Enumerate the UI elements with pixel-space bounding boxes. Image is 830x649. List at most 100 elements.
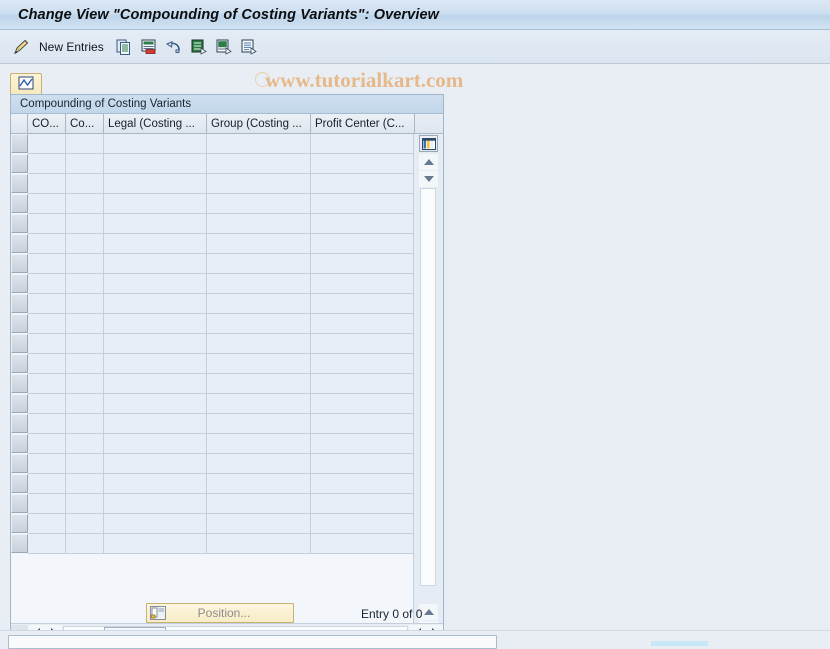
grid-cell[interactable] [28,414,66,434]
grid-cell[interactable] [207,214,311,234]
grid-cell[interactable] [28,314,66,334]
grid-cell[interactable] [207,494,311,514]
grid-cell[interactable] [104,394,207,414]
row-select-handle[interactable] [11,274,28,293]
new-entries-button[interactable]: New Entries [10,35,113,59]
grid-cell[interactable] [311,194,415,214]
grid-cell[interactable] [66,274,104,294]
grid-cell[interactable] [207,394,311,414]
grid-cell[interactable] [207,354,311,374]
grid-cell[interactable] [104,354,207,374]
grid-cell[interactable] [311,254,415,274]
grid-cell[interactable] [104,334,207,354]
deselect-all-icon[interactable] [213,36,235,58]
table-row[interactable] [11,374,415,394]
row-select-handle[interactable] [11,374,28,393]
grid-cell[interactable] [28,234,66,254]
grid-cell[interactable] [66,154,104,174]
table-row[interactable] [11,214,415,234]
row-select-handle[interactable] [11,494,28,513]
grid-cell[interactable] [28,374,66,394]
grid-cell[interactable] [104,314,207,334]
row-select-handle[interactable] [11,354,28,373]
grid-cell[interactable] [311,454,415,474]
table-row[interactable] [11,474,415,494]
grid-cell[interactable] [104,374,207,394]
row-select-handle[interactable] [11,154,28,173]
grid-cell[interactable] [104,494,207,514]
row-select-handle[interactable] [11,474,28,493]
grid-cell[interactable] [28,294,66,314]
delete-row-icon[interactable] [138,36,160,58]
grid-cell[interactable] [104,234,207,254]
tab-costing-variants[interactable] [10,73,42,95]
grid-cell[interactable] [311,214,415,234]
grid-cell[interactable] [311,474,415,494]
grid-cell[interactable] [66,354,104,374]
grid-cell[interactable] [66,234,104,254]
row-select-handle[interactable] [11,514,28,533]
grid-cell[interactable] [311,534,415,554]
grid-cell[interactable] [104,154,207,174]
grid-cell[interactable] [207,154,311,174]
grid-cell[interactable] [28,254,66,274]
table-row[interactable] [11,154,415,174]
table-row[interactable] [11,454,415,474]
grid-cell[interactable] [311,414,415,434]
row-select-handle[interactable] [11,294,28,313]
grid-cell[interactable] [311,294,415,314]
grid-header-column-costing-variant[interactable]: Co... [66,114,104,133]
grid-cell[interactable] [207,134,311,154]
grid-cell[interactable] [207,174,311,194]
grid-cell[interactable] [311,334,415,354]
scroll-up-top-button[interactable] [419,154,438,170]
grid-cell[interactable] [104,514,207,534]
grid-cell[interactable] [66,374,104,394]
status-message-field[interactable] [8,635,497,649]
column-config-icon[interactable] [419,135,438,152]
grid-cell[interactable] [104,214,207,234]
grid-cell[interactable] [104,254,207,274]
select-all-icon[interactable] [188,36,210,58]
grid-cell[interactable] [311,394,415,414]
grid-header-column-legal[interactable]: Legal (Costing ... [104,114,207,133]
grid-cell[interactable] [311,274,415,294]
table-row[interactable] [11,314,415,334]
row-select-handle[interactable] [11,234,28,253]
grid-header-column-co-area[interactable]: CO... [28,114,66,133]
table-row[interactable] [11,534,415,554]
row-select-handle[interactable] [11,434,28,453]
grid-cell[interactable] [207,474,311,494]
grid-cell[interactable] [28,134,66,154]
grid-cell[interactable] [207,454,311,474]
grid-header-column-profit-center[interactable]: Profit Center (C... [311,114,415,133]
scroll-down-top-button[interactable] [419,171,438,187]
grid-header-row-selector[interactable] [11,114,28,133]
grid-cell[interactable] [66,194,104,214]
grid-cell[interactable] [207,534,311,554]
grid-cell[interactable] [28,334,66,354]
grid-cell[interactable] [311,234,415,254]
row-select-handle[interactable] [11,214,28,233]
grid-cell[interactable] [311,354,415,374]
grid-cell[interactable] [28,494,66,514]
grid-cell[interactable] [311,134,415,154]
table-row[interactable] [11,194,415,214]
grid-cell[interactable] [28,194,66,214]
grid-cell[interactable] [28,534,66,554]
grid-cell[interactable] [66,314,104,334]
row-select-handle[interactable] [11,394,28,413]
row-select-handle[interactable] [11,534,28,553]
grid-cell[interactable] [311,434,415,454]
grid-cell[interactable] [28,434,66,454]
grid-cell[interactable] [311,314,415,334]
table-row[interactable] [11,334,415,354]
grid-cell[interactable] [28,514,66,534]
grid-cell[interactable] [66,474,104,494]
grid-cell[interactable] [207,294,311,314]
grid-cell[interactable] [207,274,311,294]
grid-cell[interactable] [104,294,207,314]
table-row[interactable] [11,174,415,194]
table-row[interactable] [11,354,415,374]
grid-cell[interactable] [66,414,104,434]
